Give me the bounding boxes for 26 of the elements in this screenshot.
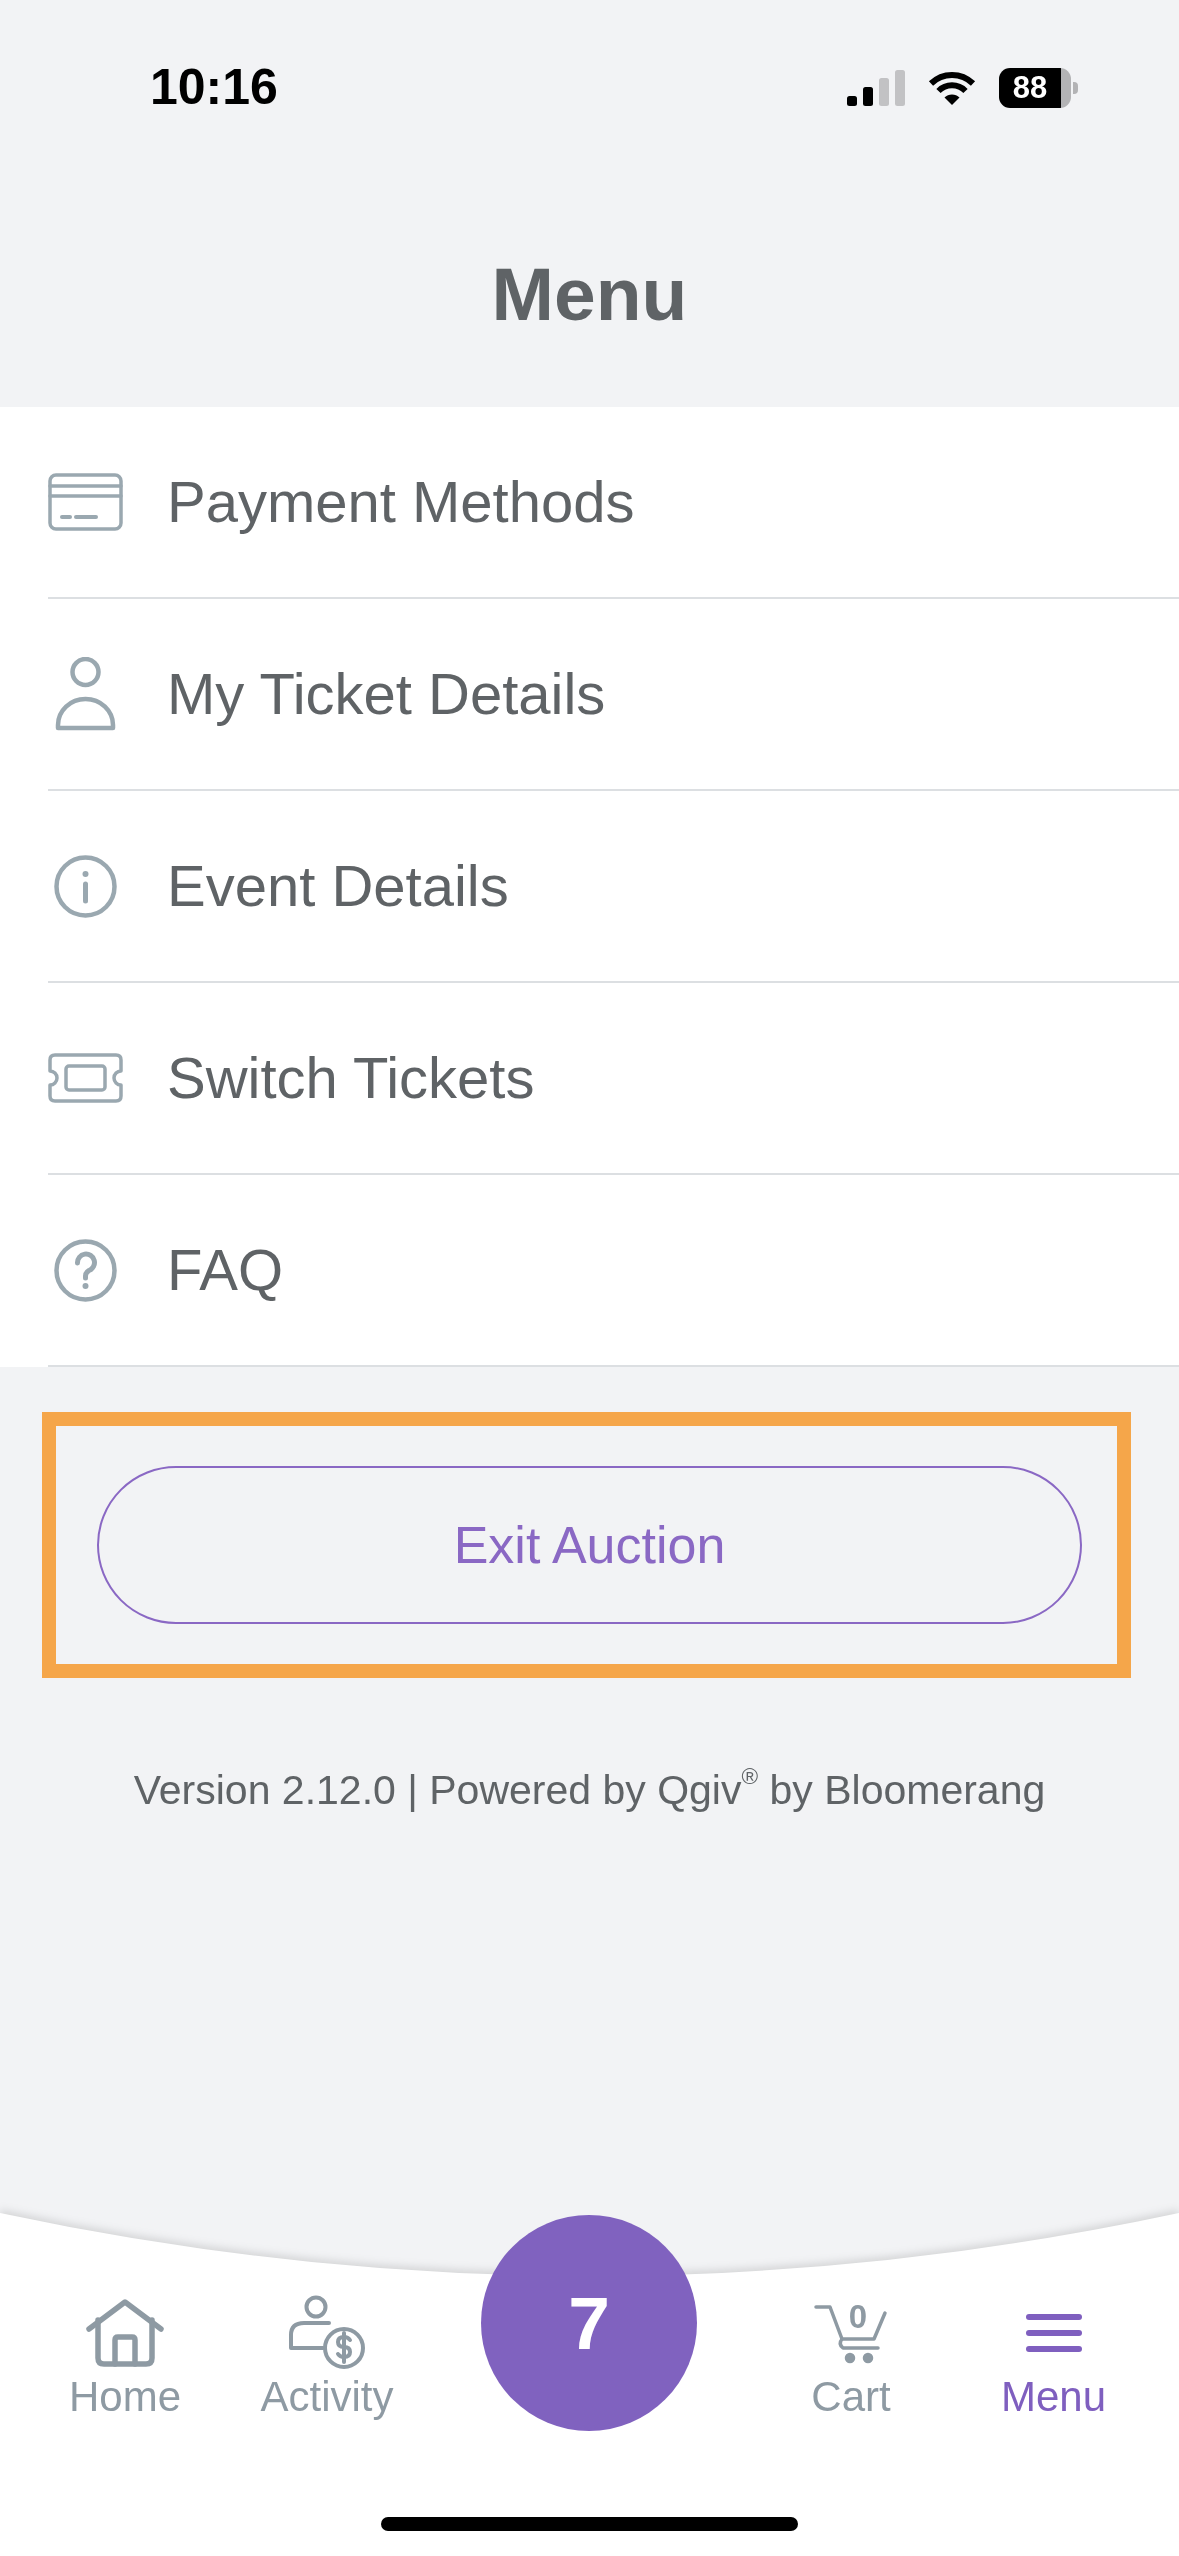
list-item[interactable]: My Ticket Details: [48, 599, 1179, 791]
battery-indicator: 88: [999, 67, 1078, 108]
person-coin-icon: [287, 2295, 367, 2371]
version-text: Version 2.12.0 | Powered by Qgiv$^{®}$ by Bloomerang: [132, 1765, 1047, 1815]
credit-card-icon: [48, 473, 123, 531]
help-icon: [54, 1238, 117, 1302]
cart-icon: [814, 2302, 888, 2364]
wifi-icon: [927, 69, 977, 106]
signal-icon: [847, 69, 905, 106]
tab-bar-item[interactable]: Menu: [1000, 2293, 1107, 2421]
exit-auction-button[interactable]: Exit Auction: [97, 1466, 1082, 1624]
list-item[interactable]: Switch Tickets: [48, 983, 1179, 1175]
list-item[interactable]: Event Details: [48, 791, 1179, 983]
tab-bar-item[interactable]: Activity: [260, 2293, 394, 2421]
info-icon: [54, 854, 117, 918]
menu-icon: [1025, 2314, 1082, 2352]
person-icon: [54, 657, 117, 731]
list-item[interactable]: Payment Methods: [48, 407, 1179, 599]
list-item[interactable]: FAQ: [48, 1175, 1179, 1367]
tab-bar-item[interactable]: Home: [68, 2293, 181, 2421]
page-title: Menu: [491, 250, 688, 338]
status-time: 10:16: [150, 60, 278, 115]
tab-bar-item[interactable]: 0 Cart: [811, 2293, 891, 2421]
ticket-icon: [48, 1053, 123, 1103]
home-icon: [86, 2299, 164, 2367]
cart-count: 0: [848, 2302, 868, 2332]
